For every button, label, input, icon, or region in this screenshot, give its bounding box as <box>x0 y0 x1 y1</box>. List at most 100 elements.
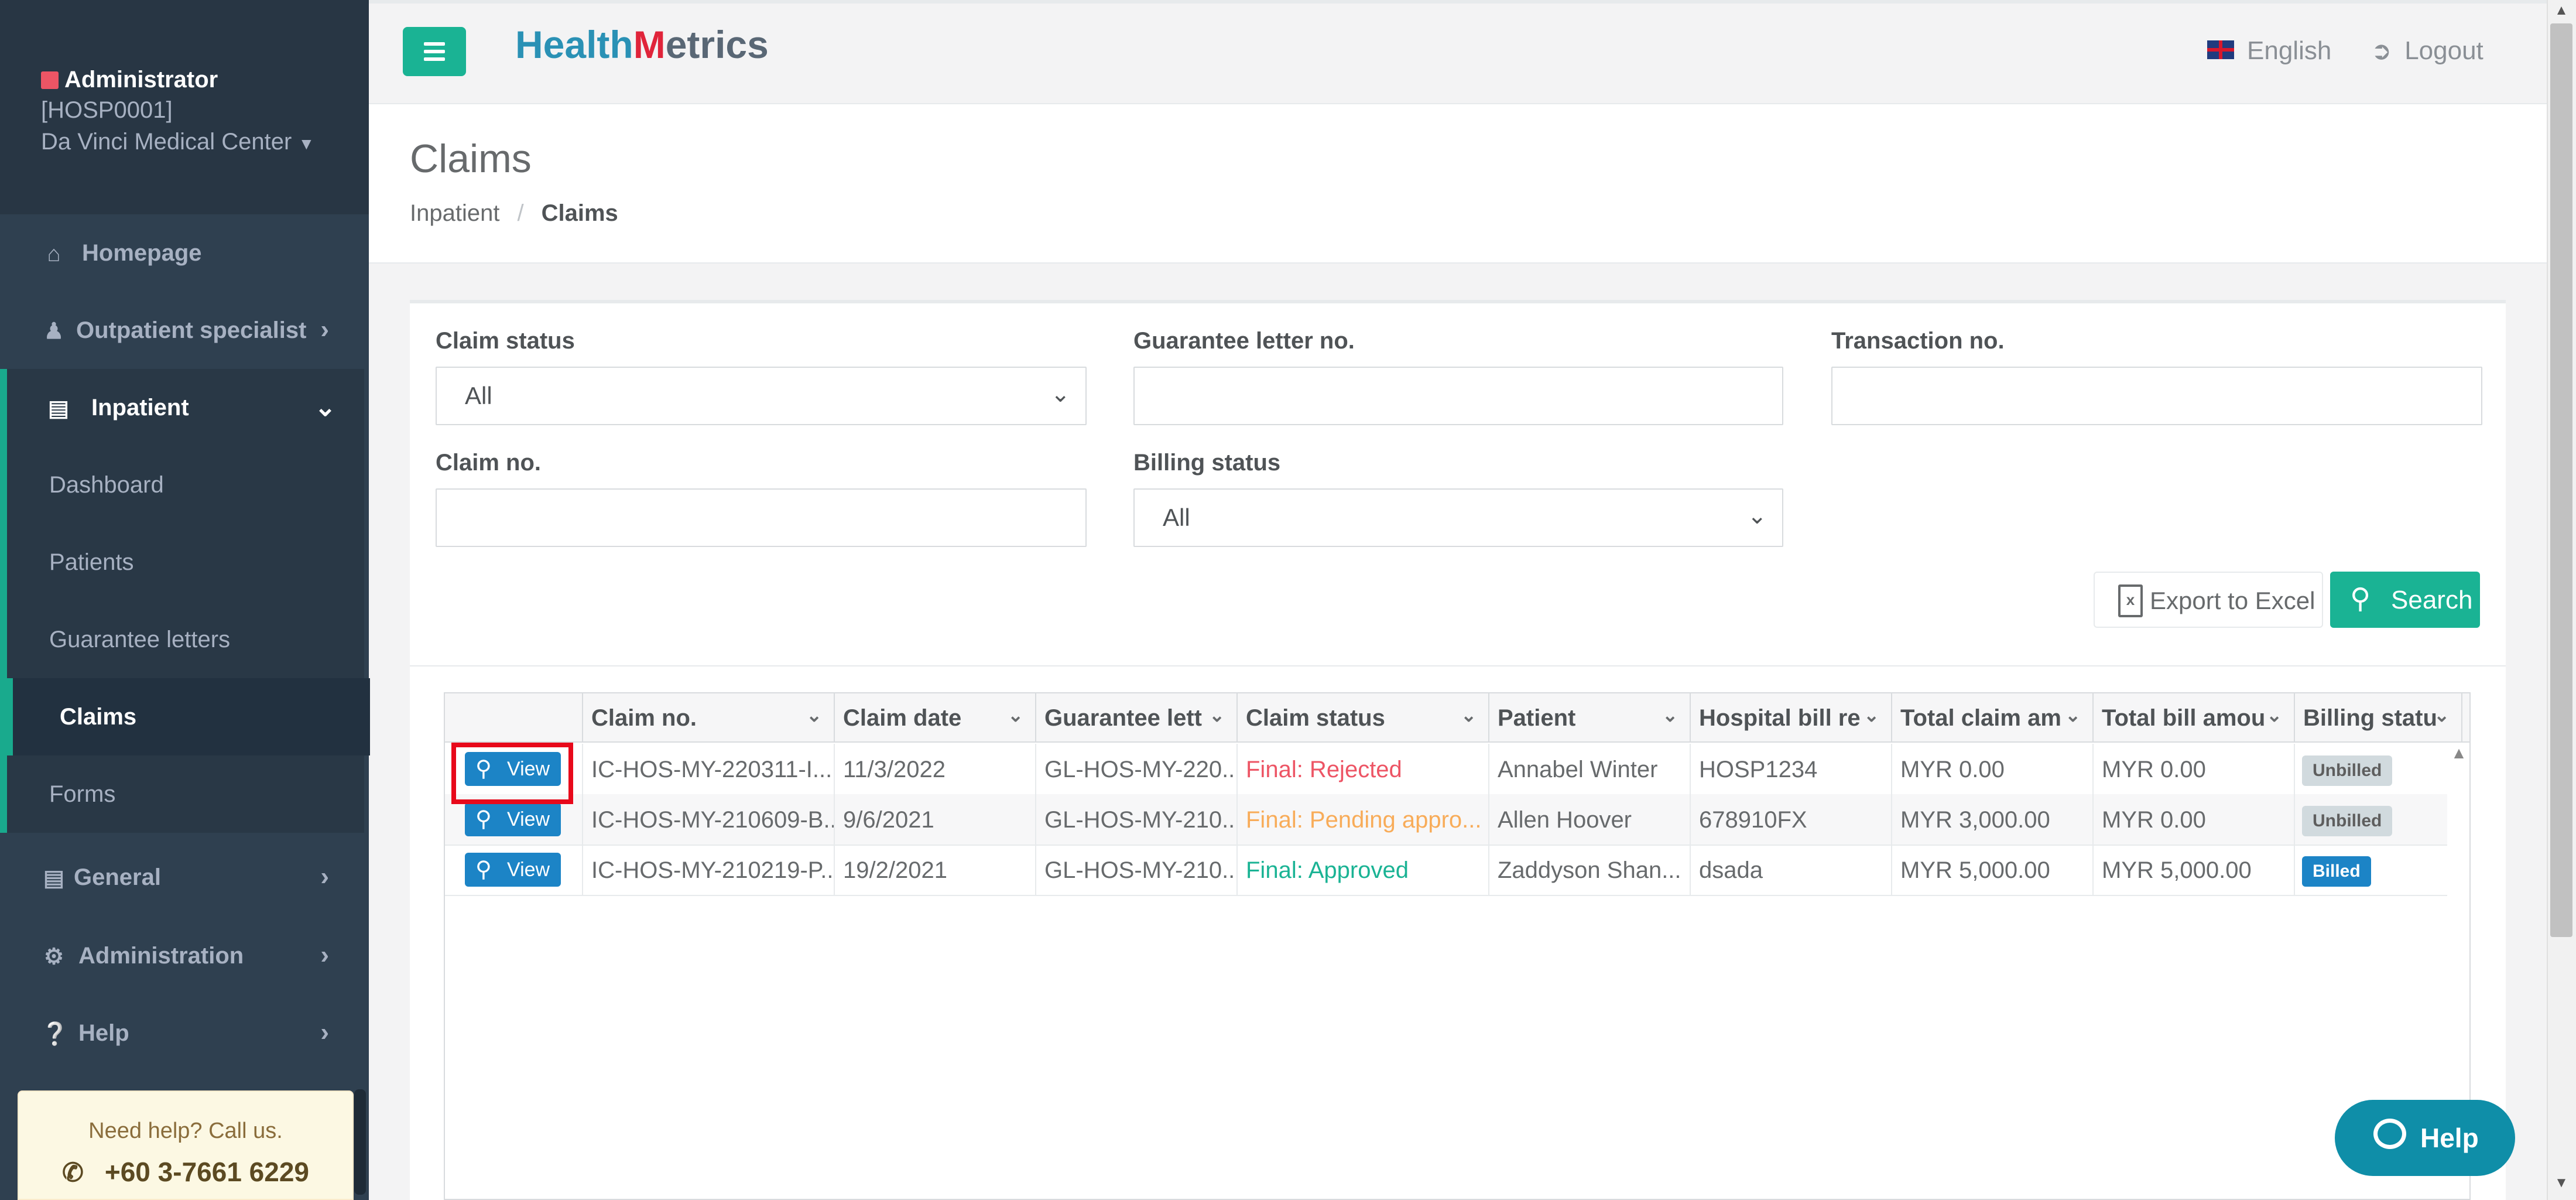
export-to-excel-button[interactable]: x Export to Excel <box>2094 572 2323 628</box>
chevron-down-icon: ⌄ <box>1461 705 1477 726</box>
chevron-down-icon: ⌄ <box>1209 705 1225 726</box>
column-header-total-claim[interactable]: Total claim am ⌄ <box>1891 693 2094 743</box>
profile-code: [HOSP0001] <box>41 97 173 123</box>
chevron-right-icon: › <box>320 315 329 344</box>
billing-status-cell: Unbilled <box>2294 794 2447 845</box>
page-header <box>369 104 2547 264</box>
view-button[interactable]: ⚲ View <box>465 853 561 887</box>
transaction-label: Transaction no. <box>1831 328 2005 354</box>
column-header-claim-status[interactable]: Claim status ⌄ <box>1236 693 1489 743</box>
search-icon: ⚲ <box>2350 583 2371 614</box>
claim-no-label: Claim no. <box>436 450 542 476</box>
help-contact-phone[interactable]: ✆ +60 3-7661 6229 <box>19 1156 352 1188</box>
chevron-down-icon: ⌄ <box>1747 503 1767 529</box>
search-button[interactable]: ⚲ Search <box>2330 572 2480 628</box>
chat-bubble-icon <box>2373 1119 2406 1149</box>
patient-cell: Zaddyson Shan... <box>1488 845 1691 895</box>
table-row: ⚲ View IC-HOS-MY-220311-I... 11/3/2022 GL… <box>445 744 2447 795</box>
claim-status-label: Claim status <box>436 328 575 354</box>
sidebar-item-administration[interactable]: ⚙ Administration › <box>0 917 357 994</box>
language-selector[interactable]: English <box>2207 36 2331 66</box>
chevron-right-icon: › <box>320 862 329 891</box>
highlight-box <box>451 743 573 804</box>
claim-status-select[interactable]: All ⌄ <box>436 367 1087 425</box>
hospital-bill-ref-cell: 678910FX <box>1690 794 1892 845</box>
sidebar-subitem-label: Guarantee letters <box>49 627 231 652</box>
help-chat-button[interactable]: Help <box>2335 1100 2515 1176</box>
scroll-down-arrow[interactable]: ▼ <box>2550 1175 2572 1192</box>
total-claim-cell: MYR 0.00 <box>1891 744 2094 794</box>
billing-status-value: All <box>1163 504 1190 531</box>
healthmetrics-logo: HealthMetrics <box>515 23 769 66</box>
guarantee-letter-input[interactable] <box>1133 367 1783 425</box>
sidebar-subitem-forms[interactable]: Forms <box>0 755 364 833</box>
logout-label: Logout <box>2404 36 2483 65</box>
sidebar-item-general[interactable]: ▤ General › <box>0 839 357 916</box>
column-header-billing-status[interactable]: Billing statu ⌄ <box>2294 693 2462 743</box>
sidebar-scrollbar[interactable] <box>354 1089 366 1195</box>
column-header-patient[interactable]: Patient ⌄ <box>1488 693 1691 743</box>
uk-flag-icon <box>2207 40 2234 59</box>
sidebar-item-label: Homepage <box>82 240 202 266</box>
search-label: Search <box>2391 586 2473 614</box>
scroll-up-arrow[interactable]: ▲ <box>2550 2 2572 20</box>
user-icon <box>41 71 59 89</box>
table-row: ⚲ View IC-HOS-MY-210219-P... 19/2/2021 GL… <box>445 845 2447 896</box>
caret-down-icon: ▼ <box>298 135 315 153</box>
chevron-down-icon: ⌄ <box>2434 705 2450 726</box>
profile-organization-dropdown[interactable]: Da Vinci Medical Center ▼ <box>41 129 314 155</box>
claim-no-cell: IC-HOS-MY-220311-I... <box>582 744 835 794</box>
patient-cell: Allen Hoover <box>1488 794 1691 845</box>
help-label: Help <box>2420 1123 2479 1153</box>
gear-icon: ⚙ <box>43 945 64 969</box>
breadcrumb-separator: / <box>517 200 524 226</box>
hospital-bill-ref-cell: HOSP1234 <box>1690 744 1892 794</box>
help-contact-box: Need help? Call us. ✆ +60 3-7661 6229 <box>18 1090 354 1200</box>
page-title: Claims <box>410 136 532 181</box>
sidebar-item-label: Outpatient specialist <box>76 317 307 343</box>
claims-grid-header: Claim no. ⌄ Claim date ⌄ Guarantee lett ⌄ C… <box>445 693 2469 743</box>
sign-out-icon: ➲ <box>2371 37 2392 64</box>
sidebar-subitem-label: Patients <box>49 549 134 575</box>
sidebar-subitem-claims[interactable]: Claims <box>0 678 370 755</box>
chevron-down-icon: ⌄ <box>806 705 822 726</box>
profile-panel: Administrator [HOSP0001] Da Vinci Medica… <box>0 0 369 214</box>
sidebar-subitem-patients[interactable]: Patients <box>0 524 364 601</box>
claim-no-input[interactable] <box>436 488 1087 547</box>
transaction-input[interactable] <box>1831 367 2482 425</box>
page-scrollbar-thumb[interactable] <box>2550 23 2572 937</box>
column-header-claim-date[interactable]: Claim date ⌄ <box>834 693 1036 743</box>
hospital-bill-ref-cell: dsada <box>1690 845 1892 895</box>
grid-scrollbar-up-arrow[interactable]: ▲ <box>2447 744 2471 767</box>
chevron-down-icon: ⌄ <box>2266 705 2282 726</box>
column-header-guarantee-letter[interactable]: Guarantee lett ⌄ <box>1035 693 1238 743</box>
column-header-total-bill[interactable]: Total bill amou ⌄ <box>2092 693 2295 743</box>
view-button[interactable]: ⚲ View <box>465 802 561 836</box>
sidebar-item-homepage[interactable]: ⌂ Homepage <box>0 214 357 292</box>
logout-link[interactable]: ➲ Logout <box>2371 36 2483 66</box>
sidebar-item-label: Administration <box>78 943 244 969</box>
chevron-down-icon: ⌄ <box>1008 705 1023 726</box>
guarantee-letter-cell: GL-HOS-MY-210... <box>1035 794 1238 845</box>
column-header-claim-no[interactable]: Claim no. ⌄ <box>582 693 835 743</box>
total-bill-cell: MYR 0.00 <box>2092 794 2295 845</box>
sidebar-item-inpatient[interactable]: ▤ Inpatient ⌄ <box>0 369 364 446</box>
sidebar-item-help[interactable]: ❔ Help › <box>0 994 357 1072</box>
sidebar-item-outpatient[interactable]: ♟ Outpatient specialist › <box>0 292 357 369</box>
chevron-right-icon: › <box>320 1018 329 1047</box>
chevron-down-icon: ⌄ <box>314 393 336 422</box>
sidebar-item-label: Inpatient <box>91 395 189 420</box>
sidebar-subitem-dashboard[interactable]: Dashboard <box>0 446 364 524</box>
table-row: ⚲ View IC-HOS-MY-210609-B... 9/6/2021 GL-… <box>445 794 2447 846</box>
actions-cell: ⚲ View <box>445 845 583 895</box>
claim-date-cell: 11/3/2022 <box>834 744 1036 794</box>
billing-status-select[interactable]: All ⌄ <box>1133 488 1783 547</box>
sidebar-subitem-guarantee-letters[interactable]: Guarantee letters <box>0 601 364 678</box>
patient-cell: Annabel Winter <box>1488 744 1691 794</box>
column-header-hospital-bill-ref[interactable]: Hospital bill re ⌄ <box>1690 693 1892 743</box>
menu-toggle-button[interactable] <box>403 27 466 76</box>
total-claim-cell: MYR 5,000.00 <box>1891 845 2094 895</box>
breadcrumb-item-inpatient[interactable]: Inpatient <box>410 200 499 226</box>
claim-status-cell: Final: Pending appro... <box>1236 794 1489 845</box>
status-badge: Unbilled <box>2302 806 2393 836</box>
